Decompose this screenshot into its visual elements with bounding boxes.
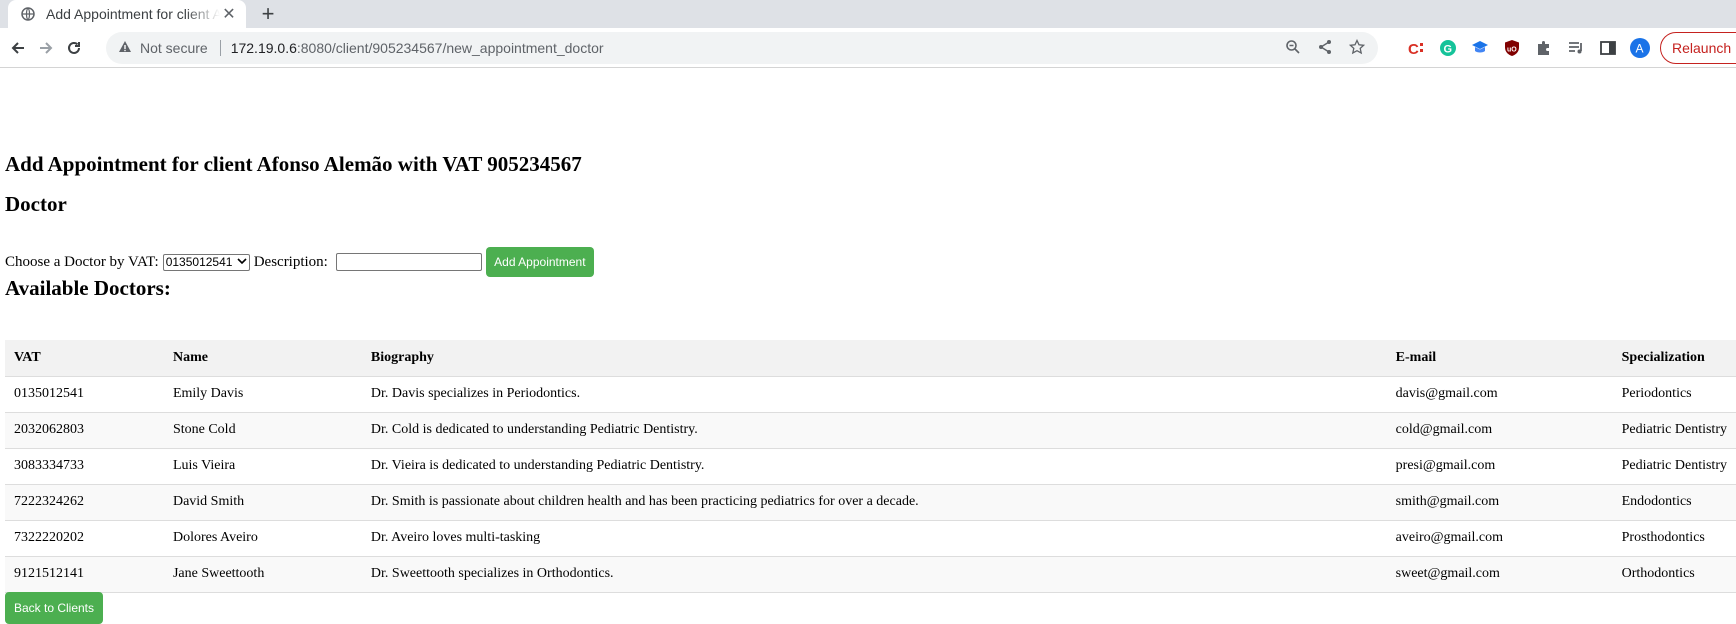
reload-icon[interactable] [62,36,86,60]
warning-icon[interactable] [118,40,132,57]
cell-email: cold@gmail.com [1386,412,1613,449]
column-header-specialization: Specialization [1612,340,1736,377]
column-header-email: E-mail [1386,340,1613,377]
cell-name: Jane Sweettooth [163,556,362,593]
table-row: 7222324262 David Smith Dr. Smith is pass… [5,484,1736,521]
url-host: 172.19.0.6 [230,40,297,56]
doctor-heading: Doctor [5,192,67,216]
table-row: 9121512141 Jane Sweettooth Dr. Sweettoot… [5,556,1736,593]
zoom-icon[interactable] [1284,38,1302,56]
cell-vat: 7222324262 [5,484,164,521]
table-row: 3083334733 Luis Vieira Dr. Vieira is ded… [5,448,1736,485]
column-header-name: Name [163,340,362,377]
cell-vat: 3083334733 [5,448,164,485]
cell-email: aveiro@gmail.com [1386,520,1613,557]
table-row: 0135012541 Emily Davis Dr. Davis special… [5,376,1736,413]
cell-biography: Dr. Davis specializes in Periodontics. [361,376,1387,413]
profile-initial: A [1636,42,1644,56]
available-doctors-heading: Available Doctors: [5,276,171,300]
forward-arrow-icon[interactable] [34,36,58,60]
description-label: Description: [253,253,328,270]
cell-vat: 7322220202 [5,520,164,557]
doctors-table: VAT Name Biography E-mail Specialization… [5,340,1736,593]
cell-name: David Smith [163,484,362,521]
media-queue-icon[interactable] [1564,36,1588,60]
back-to-clients-button[interactable]: Back to Clients [5,592,103,624]
cell-biography: Dr. Sweettooth specializes in Orthodonti… [361,556,1387,593]
cell-email: davis@gmail.com [1386,376,1613,413]
back-arrow-icon[interactable] [6,36,30,60]
address-bar[interactable]: Not secure 172.19.0.6:8080/client/905234… [106,32,1378,64]
description-input[interactable] [335,253,482,271]
bookmark-star-icon[interactable] [1348,38,1366,56]
ublock-icon[interactable]: uO [1500,36,1524,60]
doctor-vat-select[interactable]: 0135012541 [162,253,250,271]
cell-vat: 2032062803 [5,412,164,449]
cell-name: Dolores Aveiro [163,520,362,557]
column-header-vat: VAT [5,340,164,377]
chevron-down-icon [237,257,247,268]
not-secure-label[interactable]: Not secure [140,40,208,56]
svg-text:C: C [1408,41,1419,57]
omnibox-actions [1284,38,1366,56]
table-header-row: VAT Name Biography E-mail Specialization [5,340,1736,377]
tab-strip: Add Appointment for client Afonso Alemão… [0,0,1736,28]
table-row: 7322220202 Dolores Aveiro Dr. Aveiro lov… [5,520,1736,557]
cell-specialization: Periodontics [1612,376,1736,413]
close-tab-icon[interactable]: ✕ [220,5,238,23]
cell-specialization: Endodontics [1612,484,1736,521]
cell-vat: 0135012541 [5,376,164,413]
cell-specialization: Pediatric Dentistry [1612,448,1736,485]
appointment-form: Choose a Doctor by VAT: 0135012541 Descr… [5,247,594,277]
browser-toolbar: Not secure 172.19.0.6:8080/client/905234… [0,28,1736,68]
cell-biography: Dr. Vieira is dedicated to understanding… [361,448,1387,485]
cell-name: Luis Vieira [163,448,362,485]
url-path: :8080/client/905234567/new_appointment_d… [296,40,604,56]
tab-title: Add Appointment for client Afonso Alemão [46,6,220,22]
selected-vat: 0135012541 [165,255,233,269]
share-icon[interactable] [1316,38,1334,56]
grammarly-icon[interactable]: G [1436,36,1460,60]
omnibox-divider [219,40,221,56]
cell-biography: Dr. Cold is dedicated to understanding P… [361,412,1387,449]
cell-name: Emily Davis [163,376,362,413]
cell-biography: Dr. Smith is passionate about children h… [361,484,1387,521]
svg-text:G: G [1444,44,1453,56]
page-title: Add Appointment for client Afonso Alemão… [5,152,582,176]
relaunch-button[interactable]: Relaunch [1660,32,1736,64]
choose-doctor-label: Choose a Doctor by VAT: [5,253,159,270]
column-header-biography: Biography [361,340,1387,377]
svg-text:uO: uO [1507,47,1517,54]
cell-specialization: Pediatric Dentistry [1612,412,1736,449]
extension-cap-icon[interactable] [1468,36,1492,60]
new-tab-icon[interactable]: + [256,1,280,26]
cell-biography: Dr. Aveiro loves multi-tasking [361,520,1387,557]
extensions-puzzle-icon[interactable] [1532,36,1556,60]
globe-icon [20,6,36,22]
side-panel-icon[interactable] [1596,36,1620,60]
browser-tab[interactable]: Add Appointment for client Afonso Alemão… [8,0,246,28]
cell-email: sweet@gmail.com [1386,556,1613,593]
profile-avatar[interactable]: A [1628,36,1652,60]
cell-specialization: Prosthodontics [1612,520,1736,557]
cell-vat: 9121512141 [5,556,164,593]
table-row: 2032062803 Stone Cold Dr. Cold is dedica… [5,412,1736,449]
cell-email: presi@gmail.com [1386,448,1613,485]
extension-c-icon[interactable]: C [1404,36,1428,60]
cell-name: Stone Cold [163,412,362,449]
cell-specialization: Orthodontics [1612,556,1736,593]
add-appointment-button[interactable]: Add Appointment [485,247,594,277]
cell-email: smith@gmail.com [1386,484,1613,521]
